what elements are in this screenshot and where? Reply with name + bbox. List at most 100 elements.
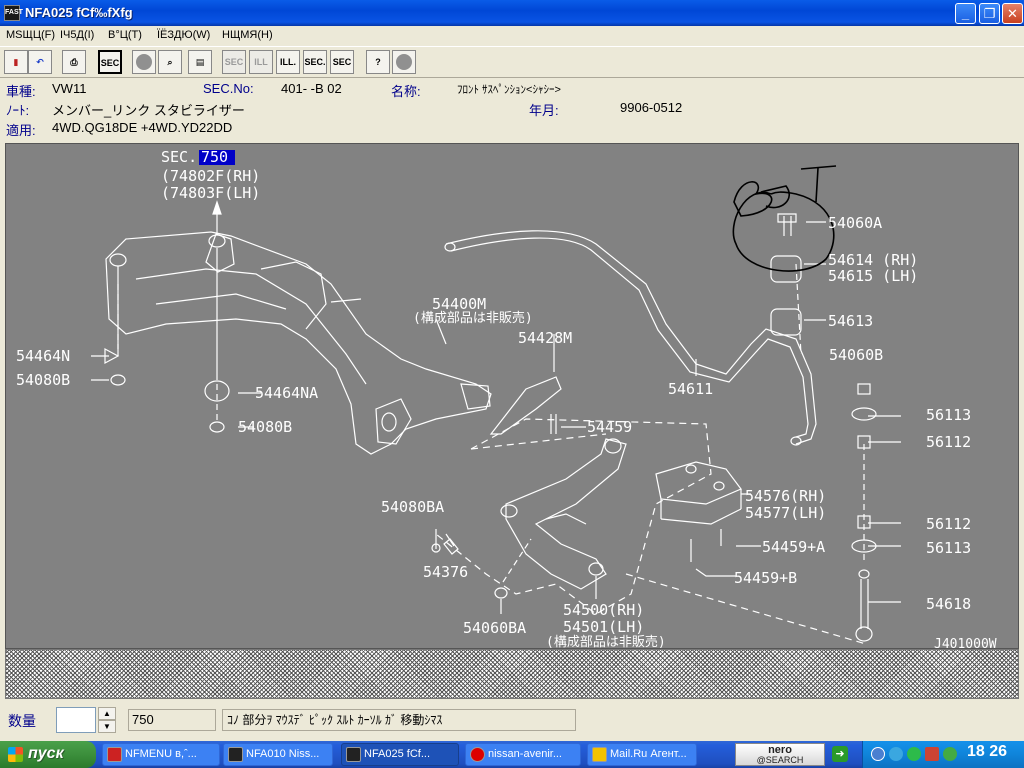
menu-help[interactable]: НЩМЯ(H) [222, 29, 273, 41]
menu-file[interactable]: МЅЩЦ(F) [6, 29, 55, 41]
task-mailru[interactable]: Mail.Ru Агент... [587, 743, 697, 766]
nero-subtitle: @SEARCH [756, 755, 804, 765]
part-label-54060B[interactable]: 54060B [829, 346, 883, 364]
bottom-panel: 数量 ▲ ▼ 750 ｺﾉ 部分ｦ ﾏｳｽﾃﾞ ﾋﾟｯｸ ｽﾙﾄ ｶｰｿﾙ ｶﾞ… [0, 700, 1024, 741]
book-icon[interactable]: ▤ [188, 50, 212, 74]
task-label: NFA025 fCf... [364, 748, 431, 760]
part-label-54459B[interactable]: 54459+B [734, 569, 797, 587]
undo-icon[interactable]: ↶ [28, 50, 52, 74]
print-icon[interactable]: ⎙ [62, 50, 86, 74]
part-label-54376[interactable]: 54376 [423, 563, 468, 581]
sec-ref-lh: (74803F(LH) [161, 184, 260, 202]
search-icon[interactable]: ⌕ [158, 50, 182, 74]
part-label-54428M[interactable]: 54428M [518, 329, 572, 347]
globe-icon[interactable] [907, 747, 921, 761]
name-value: ﾌﾛﾝﾄ ｻｽﾍﾟﾝｼｮﾝ<ｼｬｼｰ> [457, 84, 561, 96]
start-label: пуск [28, 745, 64, 762]
part-label-56112-b[interactable]: 56112 [926, 515, 971, 533]
network-icon[interactable] [889, 747, 903, 761]
clock: 18 26 [967, 743, 1008, 760]
nfmenu-icon [107, 747, 122, 762]
task-nfmenu[interactable]: NFMENU в,ˆ... [102, 743, 220, 766]
part-label-54459A[interactable]: 54459+A [762, 538, 825, 556]
window-title: NFA025 fCf‰fXfg [25, 5, 133, 20]
toolbar: ▮ ↶ ⎙ SEC ⌕ ▤ SEC ILL ILL. SEC. SEC ? [0, 46, 1024, 78]
secno-value: 401- -B 02 [281, 81, 342, 96]
close-button[interactable]: ✕ [1002, 3, 1023, 24]
task-opera[interactable]: nissan-avenir... [465, 743, 581, 766]
part-label-54576[interactable]: 54576(RH) [745, 487, 826, 505]
task-label: Mail.Ru Агент... [610, 748, 687, 760]
part-label-54060BA[interactable]: 54060BA [463, 619, 526, 637]
menu-insert[interactable]: ІЧ5Д(I) [60, 29, 94, 41]
go-arrow-icon[interactable]: ➜ [832, 746, 848, 762]
sec-button[interactable]: SEC [98, 50, 122, 74]
handwritten-annotation [732, 165, 837, 272]
part-label-54060A[interactable]: 54060A [828, 214, 882, 232]
title-bar[interactable]: FAST NFA025 fCf‰fXfg _ ❐ ✕ [0, 0, 1024, 26]
quantity-label: 数量 [8, 713, 36, 729]
nero-title: nero [768, 744, 792, 756]
part-label-54464NA[interactable]: 54464NA [255, 384, 318, 402]
task-nfa025[interactable]: NFA025 fCf... [341, 743, 459, 766]
sec-query-button[interactable]: SEC [330, 50, 354, 74]
apply-label: 適用: [6, 123, 36, 138]
part-label-54611[interactable]: 54611 [668, 380, 713, 398]
part-label-56113-a[interactable]: 56113 [926, 406, 971, 424]
gray-circle-icon[interactable] [132, 50, 156, 74]
maximize-button[interactable]: ❐ [979, 3, 1000, 24]
task-nfa010[interactable]: NFA010 Niss... [223, 743, 333, 766]
parts-diagram[interactable]: SEC. 750 (74802F(RH) (74803F(LH) 54060A … [5, 143, 1019, 649]
part-label-56113-b[interactable]: 56113 [926, 539, 971, 557]
sec-ref-link[interactable]: 750 [201, 148, 228, 166]
part-label-56112-a[interactable]: 56112 [926, 433, 971, 451]
part-label-54459[interactable]: 54459 [587, 418, 632, 436]
minimize-button[interactable]: _ [955, 3, 976, 24]
nero-search-toolbar[interactable]: nero @SEARCH [735, 743, 825, 766]
part-label-54577[interactable]: 54577(LH) [745, 504, 826, 522]
quantity-stepper[interactable]: ▲ ▼ [98, 707, 116, 733]
note-label: ﾉｰﾄ: [6, 103, 30, 118]
secno-label: SEC.No: [203, 81, 254, 96]
year-label: 年月: [529, 103, 559, 118]
mail-icon [592, 747, 607, 762]
stepper-up-icon[interactable]: ▲ [98, 707, 116, 720]
part-label-54501[interactable]: 54501(LH) [563, 618, 644, 636]
stepper-down-icon[interactable]: ▼ [98, 720, 116, 733]
task-label: NFA010 Niss... [246, 748, 320, 760]
start-button[interactable]: пуск [0, 741, 96, 768]
next-sec-button[interactable]: SEC. [303, 50, 327, 74]
part-label-54080B-left[interactable]: 54080B [16, 371, 70, 389]
gray-circle-icon-2[interactable] [392, 50, 416, 74]
next-ill-button[interactable]: ILL. [276, 50, 300, 74]
status-message: ｺﾉ 部分ｦ ﾏｳｽﾃﾞ ﾋﾟｯｸ ｽﾙﾄ ｶｰｿﾙ ｶﾞ 移動ｼﾏｽ [222, 709, 576, 731]
back-arrow-icon[interactable] [871, 747, 885, 761]
part-label-54080BA[interactable]: 54080BA [381, 498, 444, 516]
model-label: 車種: [6, 84, 36, 99]
menu-window[interactable]: ЇЁЗДЮ(W) [157, 29, 210, 41]
task-label: NFMENU в,ˆ... [125, 748, 197, 760]
part-label-54464N[interactable]: 54464N [16, 347, 70, 365]
windows-logo-icon [8, 747, 23, 762]
part-label-54080B-right[interactable]: 54080B [238, 418, 292, 436]
opera-icon [470, 747, 485, 762]
prev-sec-icon[interactable]: SEC [222, 50, 246, 74]
antivirus-icon[interactable] [943, 747, 957, 761]
menu-tools[interactable]: В°Ц(T) [108, 29, 142, 41]
not-sold-note-b: (構成部品は非販売) [546, 634, 666, 649]
name-label: 名称: [391, 84, 421, 99]
help-icon[interactable]: ? [366, 50, 390, 74]
prev-ill-icon[interactable]: ILL [249, 50, 273, 74]
part-label-54615[interactable]: 54615 (LH) [828, 267, 918, 285]
flag-icon[interactable] [925, 747, 939, 761]
quantity-input[interactable] [56, 707, 96, 733]
exit-icon[interactable]: ▮ [4, 50, 28, 74]
not-sold-note-a: (構成部品は非販売) [413, 310, 533, 326]
part-label-54618[interactable]: 54618 [926, 595, 971, 613]
part-label-54613[interactable]: 54613 [828, 312, 873, 330]
part-label-54500[interactable]: 54500(RH) [563, 601, 644, 619]
main-window: FAST NFA025 fCf‰fXfg _ ❐ ✕ МЅЩЦ(F) ІЧ5Д(… [0, 0, 1024, 741]
apply-value: 4WD.QG18DE +4WD.YD22DD [52, 120, 233, 135]
task-label: nissan-avenir... [488, 748, 562, 760]
sec-ref-prefix[interactable]: SEC. [161, 148, 197, 166]
